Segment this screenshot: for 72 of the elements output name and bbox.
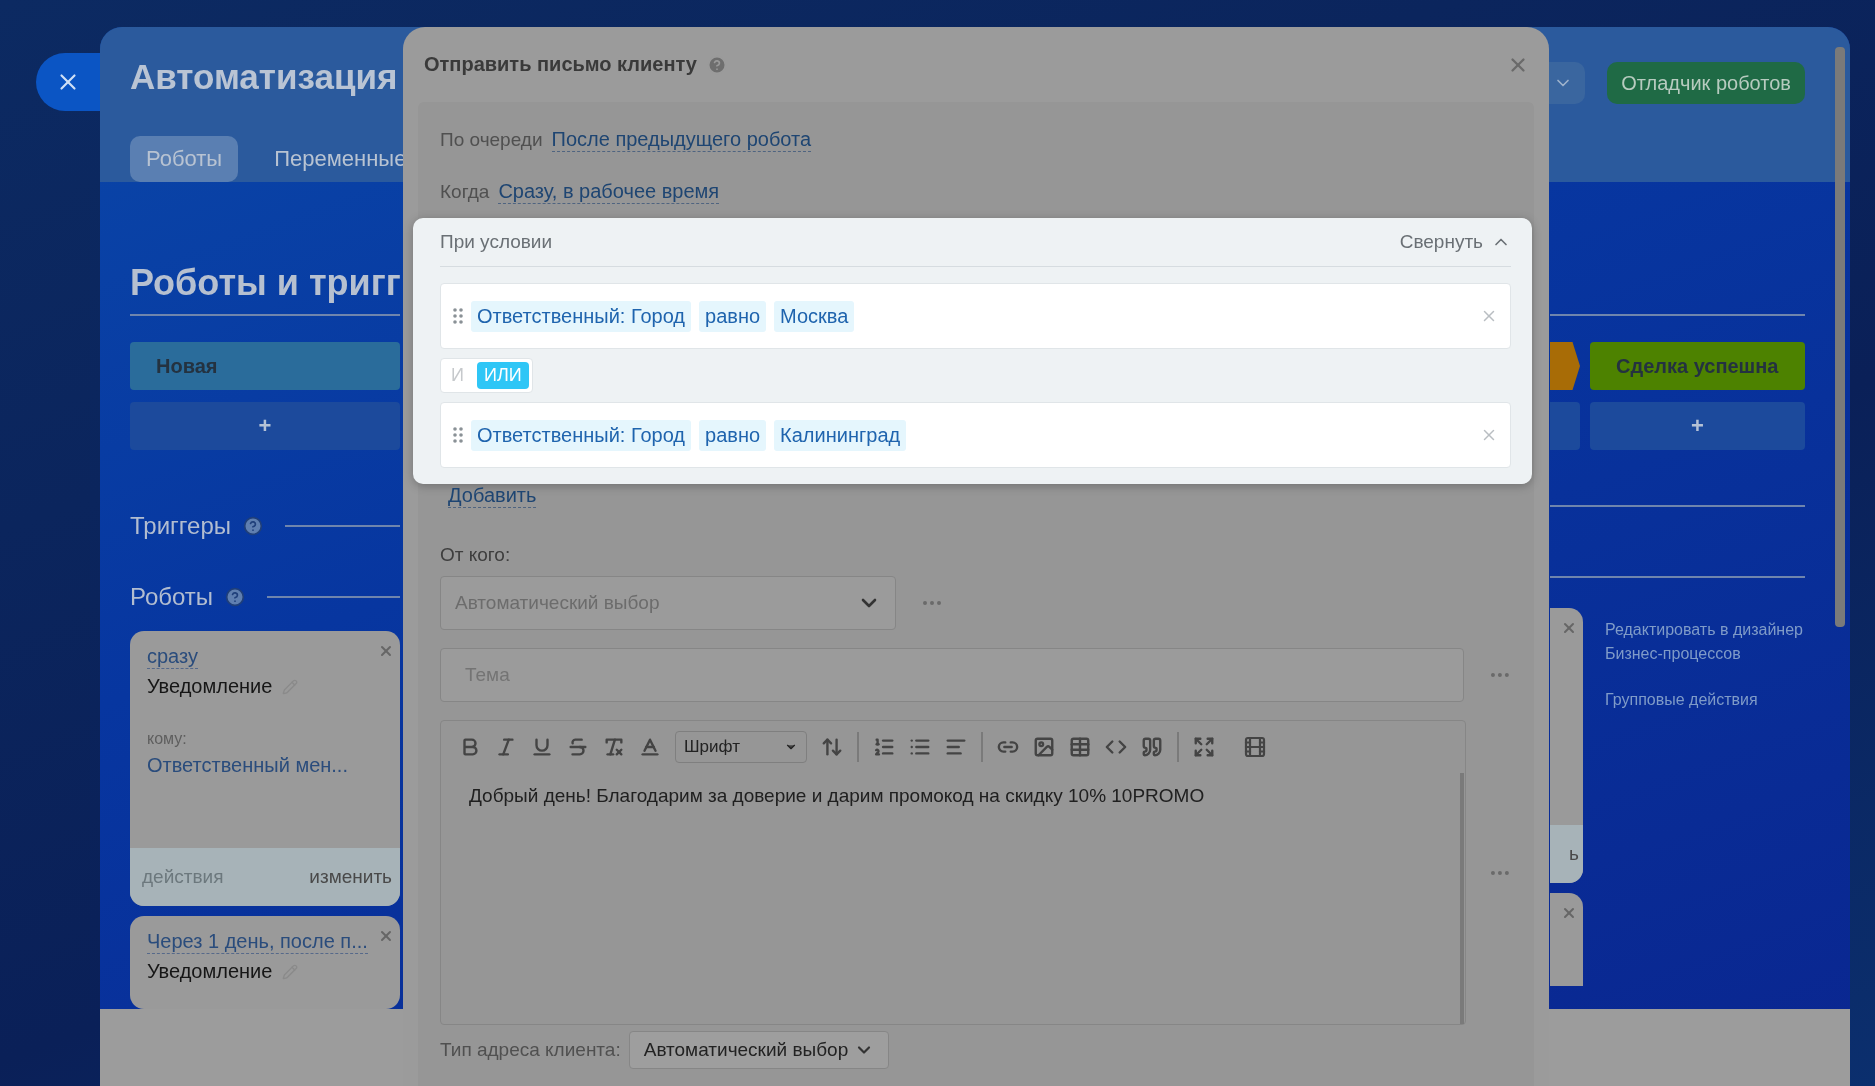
close-icon[interactable] bbox=[378, 928, 394, 944]
debugger-button[interactable]: Отладчик роботов bbox=[1607, 62, 1805, 104]
clear-format-icon[interactable] bbox=[603, 736, 625, 758]
order-link[interactable]: После предыдущего робота bbox=[551, 128, 812, 152]
condition-value[interactable]: Калининград bbox=[774, 419, 907, 451]
when-link[interactable]: Сразу, в рабочее время bbox=[498, 180, 720, 204]
stage[interactable]: Новая bbox=[130, 342, 400, 390]
side-link[interactable]: Редактировать в дизайнер Бизнес-процессов bbox=[1605, 618, 1803, 666]
close-button[interactable] bbox=[36, 53, 100, 111]
actions-link[interactable]: действия bbox=[142, 866, 224, 888]
collapse-button[interactable]: Свернуть bbox=[1399, 231, 1511, 253]
close-icon[interactable] bbox=[378, 643, 394, 659]
from-label: От кого: bbox=[440, 544, 512, 566]
font-size-icon[interactable] bbox=[821, 736, 843, 758]
italic-icon[interactable] bbox=[495, 736, 517, 758]
help-icon[interactable] bbox=[225, 587, 246, 607]
text-color-icon[interactable] bbox=[639, 736, 661, 758]
close-icon[interactable] bbox=[1561, 620, 1577, 636]
robot-card[interactable]: ь bbox=[1550, 608, 1583, 883]
quote-icon[interactable] bbox=[1141, 736, 1163, 758]
delay-link[interactable]: Через 1 день, после п... bbox=[147, 930, 368, 954]
delay-link[interactable]: сразу bbox=[147, 645, 198, 669]
section-title: Триггеры bbox=[130, 512, 231, 540]
robot-card[interactable] bbox=[1550, 893, 1583, 986]
help-icon[interactable] bbox=[243, 516, 263, 536]
stage[interactable]: Сделка успешна bbox=[1590, 342, 1805, 390]
tab[interactable]: Роботы bbox=[130, 136, 239, 182]
condition-operator[interactable]: равно bbox=[699, 300, 767, 332]
numbered-list-icon[interactable] bbox=[873, 736, 895, 758]
drag-handle-icon[interactable] bbox=[453, 426, 463, 444]
order-label: По очереди bbox=[440, 129, 543, 151]
robot-card[interactable]: Через 1 день, после п... Уведомление bbox=[130, 916, 400, 1009]
recipient-label: кому: bbox=[147, 730, 188, 748]
robot-card[interactable]: сразу Уведомление кому: Ответственный мен... действия изменить bbox=[130, 631, 400, 906]
condition-field[interactable]: Ответственный: Город bbox=[471, 419, 692, 451]
fullscreen-icon[interactable] bbox=[1193, 736, 1215, 758]
add-button[interactable]: + bbox=[130, 402, 400, 450]
drag-handle-icon[interactable] bbox=[453, 307, 463, 325]
add-tile[interactable] bbox=[1550, 402, 1580, 450]
bullet-list-icon[interactable] bbox=[909, 736, 931, 758]
condition-field[interactable]: Ответственный: Город bbox=[471, 300, 692, 332]
align-icon[interactable] bbox=[945, 736, 967, 758]
page-title: Роботы и тригг bbox=[130, 262, 400, 305]
side-link[interactable]: Групповые действия bbox=[1605, 688, 1803, 712]
robot-type: Уведомление bbox=[147, 960, 273, 983]
message-editor[interactable]: Шрифт Добрый день! Благодарим за доверие и дарим промокод на скидку 10% 10PROMO bbox=[440, 720, 1467, 1025]
condition-value[interactable]: Москва bbox=[774, 300, 855, 332]
add-link[interactable]: Добавить bbox=[448, 484, 537, 508]
dialog-title: Отправить письмо клиенту bbox=[424, 53, 697, 76]
edit-link[interactable]: изменить bbox=[309, 866, 392, 888]
font-select[interactable]: Шрифт bbox=[675, 731, 807, 763]
section-title: Роботы bbox=[130, 583, 214, 611]
robot-type: Уведомление bbox=[147, 675, 273, 698]
address-type-label: Тип адреса клиента: bbox=[440, 1039, 621, 1061]
close-icon[interactable] bbox=[1561, 905, 1577, 921]
add-button[interactable]: + bbox=[1590, 402, 1805, 450]
film-icon[interactable] bbox=[1243, 735, 1267, 759]
strikethrough-icon[interactable] bbox=[567, 736, 589, 758]
scrollbar[interactable] bbox=[1835, 47, 1845, 627]
message-text: Добрый день! Благодарим за доверие и дарим промокод на скидку 10% 10PROMO bbox=[441, 773, 1465, 1024]
when-label: Когда bbox=[440, 181, 490, 203]
help-icon[interactable] bbox=[707, 54, 727, 75]
address-type-select[interactable]: Автоматический выбор bbox=[628, 1031, 889, 1069]
condition-title: При условии bbox=[440, 231, 553, 253]
edit-link[interactable]: ь bbox=[1569, 843, 1579, 865]
condition-operator[interactable]: равно bbox=[699, 419, 767, 451]
panel-title: Автоматизация bbox=[130, 57, 399, 98]
image-icon[interactable] bbox=[1033, 736, 1055, 758]
recipient-link[interactable]: Ответственный мен... bbox=[147, 754, 383, 777]
underline-icon[interactable] bbox=[531, 736, 553, 758]
stage[interactable] bbox=[1550, 342, 1580, 390]
table-icon[interactable] bbox=[1069, 736, 1091, 758]
